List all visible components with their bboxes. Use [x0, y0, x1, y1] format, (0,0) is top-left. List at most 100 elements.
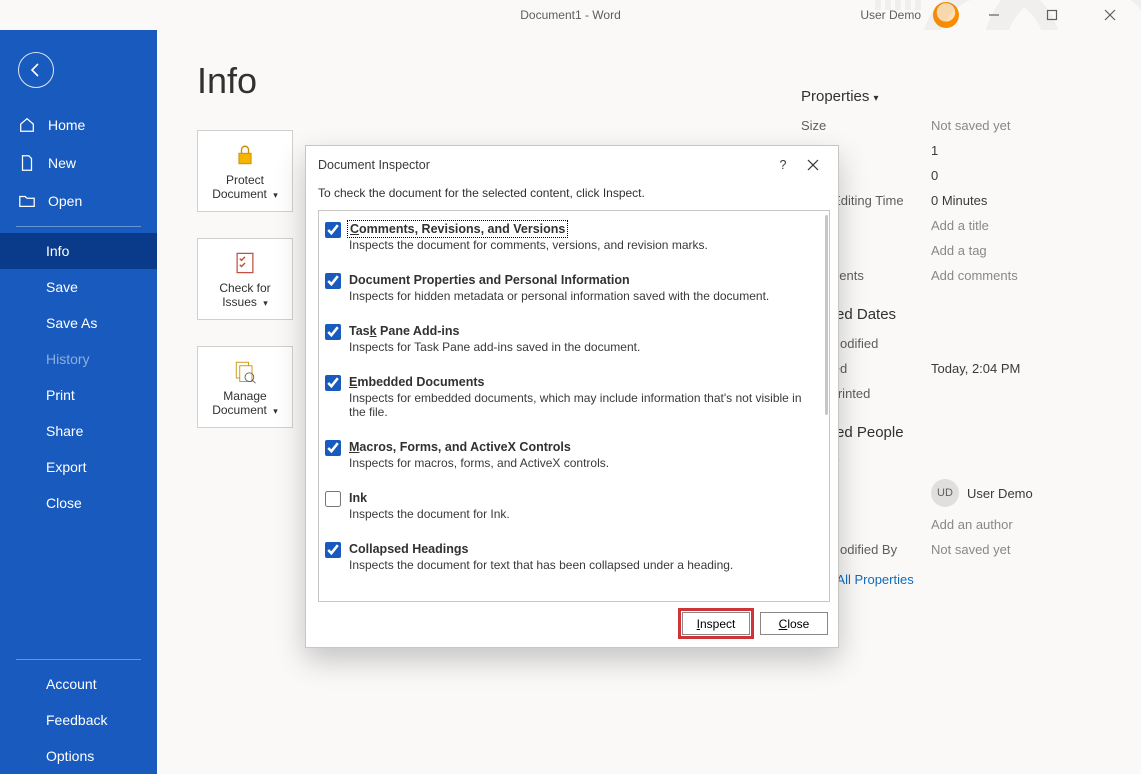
inspector-list: Comments, Revisions, and Versions Inspect…	[318, 210, 830, 602]
property-row: TitleAdd a title	[801, 213, 1101, 238]
sidebar-item-new[interactable]: New	[0, 144, 157, 182]
inspector-checkbox[interactable]	[325, 375, 341, 391]
sidebar-item-label: Open	[48, 193, 82, 209]
inspector-checkbox[interactable]	[325, 542, 341, 558]
maximize-button[interactable]	[1029, 0, 1075, 30]
new-icon	[18, 154, 36, 172]
inspector-item: Macros, Forms, and ActiveX Controls Inspe…	[319, 429, 823, 480]
close-button[interactable]: Close	[760, 612, 828, 635]
inspector-item-desc: Inspects for embedded documents, which m…	[349, 391, 817, 419]
scrollbar[interactable]	[825, 215, 828, 415]
inspector-item-desc: Inspects for Task Pane add-ins saved in …	[349, 340, 640, 354]
inspector-item-title: Embedded Documents	[349, 375, 484, 389]
close-icon	[807, 159, 819, 171]
inspector-item-desc: Inspects for hidden metadata or personal…	[349, 289, 769, 303]
property-row: Pages1	[801, 138, 1101, 163]
inspector-checkbox[interactable]	[325, 491, 341, 507]
document-inspector-dialog: Document Inspector ? To check the docume…	[305, 145, 839, 648]
property-row: Words0	[801, 163, 1101, 188]
property-row: Last Modified	[801, 331, 1101, 356]
sidebar-item-options[interactable]: Options	[0, 738, 157, 774]
properties-heading[interactable]: Properties ▾	[801, 88, 1101, 105]
sidebar-item-share[interactable]: Share	[0, 413, 157, 449]
user-name[interactable]: User Demo	[860, 8, 921, 22]
sidebar-item-open[interactable]: Open	[0, 182, 157, 220]
sidebar-item-label: Home	[48, 117, 85, 133]
property-row: SizeNot saved yet	[801, 113, 1101, 138]
inspect-button[interactable]: Inspect	[682, 612, 750, 635]
inspector-item-title: Document Properties and Personal Informa…	[349, 273, 630, 287]
related-people-heading: Related People	[801, 424, 1101, 441]
property-row: Last Printed	[801, 381, 1101, 406]
add-author[interactable]: Add an author	[931, 517, 1013, 532]
inspector-checkbox[interactable]	[325, 222, 341, 238]
dialog-title: Document Inspector	[318, 158, 430, 172]
properties-panel: Properties ▾ SizeNot saved yetPages1Word…	[801, 88, 1101, 587]
property-row: TagsAdd a tag	[801, 238, 1101, 263]
back-button[interactable]	[18, 52, 54, 88]
open-icon	[18, 192, 36, 210]
manage-icon	[231, 357, 259, 385]
inspector-item-desc: Inspects for macros, forms, and ActiveX …	[349, 456, 609, 470]
sidebar-item-label: Export	[46, 459, 86, 475]
sidebar-item-label: Info	[46, 243, 69, 259]
sidebar-item-export[interactable]: Export	[0, 449, 157, 485]
avatar[interactable]	[933, 2, 959, 28]
inspector-item-title: Comments, Revisions, and Versions	[349, 222, 566, 236]
sidebar-item-label: History	[46, 351, 90, 367]
inspector-item-title: Task Pane Add-ins	[349, 324, 459, 338]
sidebar-item-account[interactable]: Account	[0, 666, 157, 702]
sidebar-item-label: Feedback	[46, 712, 107, 728]
inspector-checkbox[interactable]	[325, 273, 341, 289]
chevron-down-icon: ▾	[263, 298, 268, 308]
inspector-item: Embedded Documents Inspects for embedded …	[319, 364, 823, 429]
checklist-icon	[231, 249, 259, 277]
sidebar-item-label: New	[48, 155, 76, 171]
inspector-item: Collapsed Headings Inspects the document …	[319, 531, 823, 582]
inspector-item-title: Ink	[349, 491, 367, 505]
titlebar: Document1 - Word User Demo	[0, 0, 1141, 30]
sidebar-item-label: Options	[46, 748, 94, 764]
author-name: User Demo	[967, 486, 1033, 501]
inspector-checkbox[interactable]	[325, 440, 341, 456]
sidebar-item-label: Close	[46, 495, 82, 511]
sidebar-item-save[interactable]: Save	[0, 269, 157, 305]
home-icon	[18, 116, 36, 134]
help-button[interactable]: ?	[768, 154, 798, 176]
sidebar-item-info[interactable]: Info	[0, 233, 157, 269]
inspector-item-desc: Inspects the document for comments, vers…	[349, 238, 708, 252]
inspector-item-title: Collapsed Headings	[349, 542, 468, 556]
inspector-item-desc: Inspects the document for text that has …	[349, 558, 733, 572]
lock-icon	[231, 141, 259, 169]
sidebar-item-home[interactable]: Home	[0, 106, 157, 144]
show-all-properties-link[interactable]: Show All Properties	[801, 572, 1101, 587]
backstage-sidebar: Home New Open Info Save Save As History …	[0, 30, 157, 774]
dialog-intro: To check the document for the selected c…	[306, 182, 838, 210]
sidebar-item-label: Save As	[46, 315, 97, 331]
sidebar-item-label: Print	[46, 387, 75, 403]
sidebar-item-print[interactable]: Print	[0, 377, 157, 413]
manage-document-tile[interactable]: ManageDocument ▾	[197, 346, 293, 428]
property-row: CreatedToday, 2:04 PM	[801, 356, 1101, 381]
inspector-item-title: Macros, Forms, and ActiveX Controls	[349, 440, 571, 454]
sidebar-item-feedback[interactable]: Feedback	[0, 702, 157, 738]
sidebar-item-close[interactable]: Close	[0, 485, 157, 521]
chevron-down-icon: ▾	[273, 190, 278, 200]
inspector-checkbox[interactable]	[325, 324, 341, 340]
check-for-issues-tile[interactable]: Check forIssues ▾	[197, 238, 293, 320]
close-window-button[interactable]	[1087, 0, 1133, 30]
minimize-button[interactable]	[971, 0, 1017, 30]
sidebar-item-label: Save	[46, 279, 78, 295]
dialog-close-button[interactable]	[798, 154, 828, 176]
author-avatar: UD	[931, 479, 959, 507]
protect-document-tile[interactable]: ProtectDocument ▾	[197, 130, 293, 212]
sidebar-item-history: History	[0, 341, 157, 377]
inspector-item: Comments, Revisions, and Versions Inspect…	[319, 211, 823, 262]
window-title: Document1 - Word	[520, 8, 620, 22]
sidebar-item-saveas[interactable]: Save As	[0, 305, 157, 341]
sidebar-item-label: Account	[46, 676, 97, 692]
inspector-item: Document Properties and Personal Informa…	[319, 262, 823, 313]
property-row: CommentsAdd comments	[801, 263, 1101, 288]
inspector-item: Task Pane Add-ins Inspects for Task Pane …	[319, 313, 823, 364]
inspector-item-desc: Inspects the document for Ink.	[349, 507, 510, 521]
